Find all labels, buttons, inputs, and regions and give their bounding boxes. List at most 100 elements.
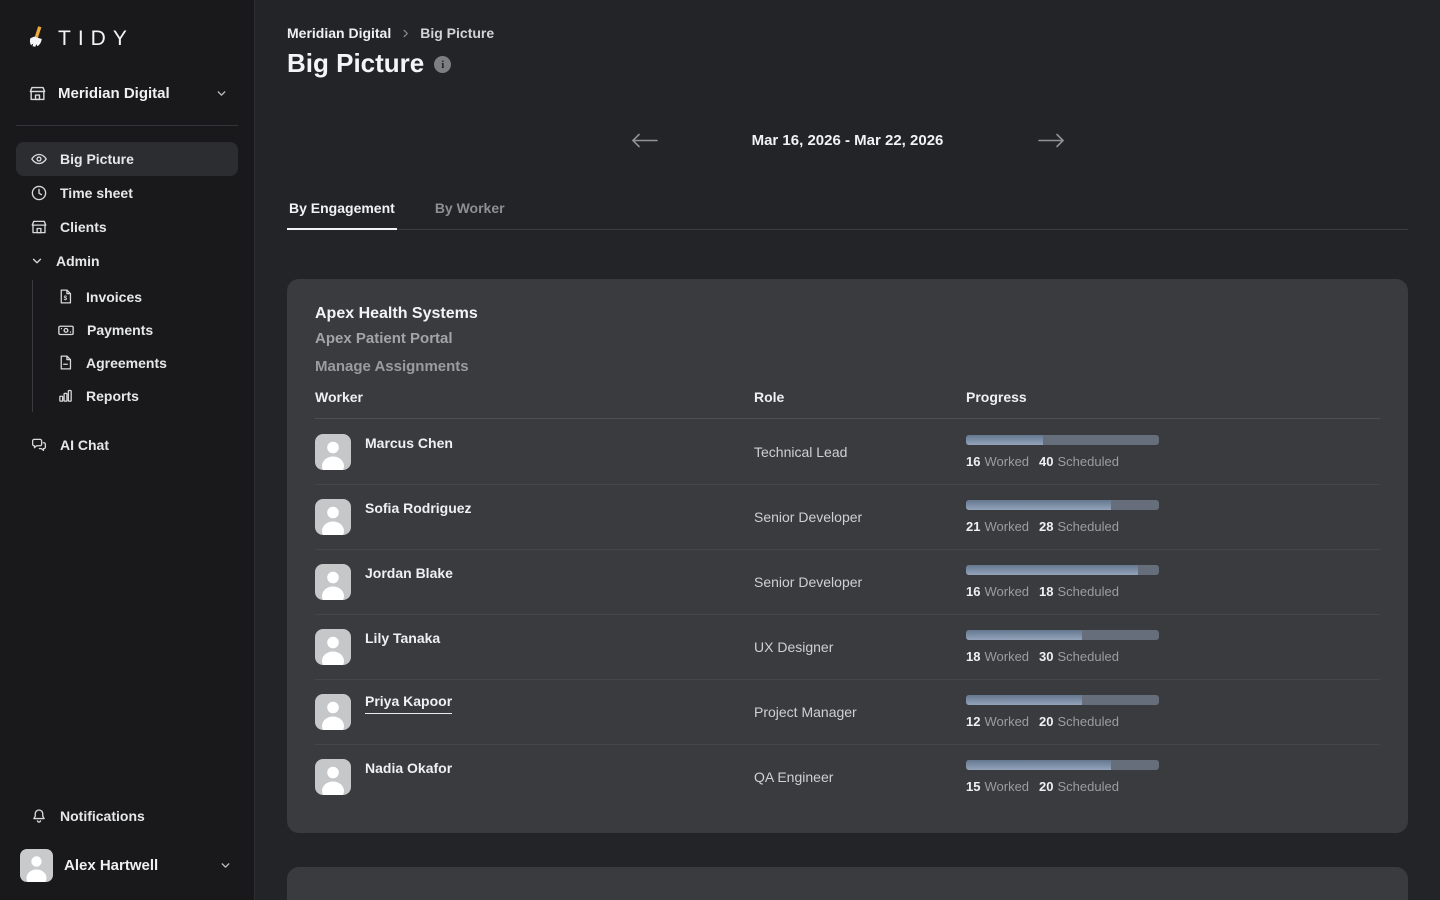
column-role: Role	[754, 389, 966, 405]
worker-avatar	[315, 629, 351, 665]
next-engagement-card	[287, 867, 1408, 900]
sidebar-spacer	[0, 462, 254, 799]
worked-value: 16	[966, 584, 980, 599]
tab-by-worker[interactable]: By Worker	[433, 192, 507, 229]
workspace-selector[interactable]: Meridian Digital	[16, 76, 238, 111]
chevron-down-icon	[219, 859, 232, 872]
next-week-button[interactable]	[1034, 129, 1069, 152]
worked-value: 15	[966, 779, 980, 794]
sidebar-item-big-picture[interactable]: Big Picture	[16, 142, 238, 176]
sidebar-item-reports[interactable]: Reports	[43, 379, 238, 412]
sidebar-item-invoices[interactable]: $ Invoices	[43, 280, 238, 313]
progress-bar	[966, 695, 1159, 705]
scheduled-value: 20	[1039, 714, 1053, 729]
worker-role: Senior Developer	[754, 509, 966, 525]
sidebar-item-label: Admin	[56, 253, 100, 269]
sidebar-item-clients[interactable]: Clients	[16, 210, 238, 244]
page-title: Big Picture	[287, 48, 424, 79]
chevron-right-icon	[400, 28, 411, 39]
storefront-icon	[30, 218, 48, 236]
user-name: Alex Hartwell	[64, 857, 208, 874]
progress-caption: 12Worked 20Scheduled	[966, 714, 1380, 729]
worker-progress: 16Worked 40Scheduled	[966, 435, 1380, 469]
worker-name[interactable]: Priya Kapoor	[365, 693, 452, 714]
worked-label: Worked	[984, 584, 1029, 599]
progress-bar-worked	[966, 630, 1082, 640]
worker-cell: Sofia Rodriguez	[315, 499, 754, 535]
worker-name[interactable]: Marcus Chen	[365, 435, 453, 451]
table-row: Nadia Okafor QA Engineer 15Worked 20Sche…	[315, 744, 1380, 809]
scheduled-label: Scheduled	[1058, 779, 1119, 794]
worked-label: Worked	[984, 454, 1029, 469]
worker-name[interactable]: Sofia Rodriguez	[365, 500, 472, 516]
notifications-button[interactable]: Notifications	[16, 799, 238, 833]
table-row: Priya Kapoor Project Manager 12Worked 20…	[315, 679, 1380, 744]
scheduled-value: 40	[1039, 454, 1053, 469]
scheduled-label: Scheduled	[1058, 519, 1119, 534]
scheduled-label: Scheduled	[1058, 584, 1119, 599]
worked-label: Worked	[984, 519, 1029, 534]
invoice-icon: $	[57, 288, 74, 305]
sidebar-item-time-sheet[interactable]: Time sheet	[16, 176, 238, 210]
notifications-label: Notifications	[60, 808, 145, 824]
worker-cell: Priya Kapoor	[315, 694, 754, 730]
worker-name[interactable]: Nadia Okafor	[365, 760, 452, 776]
breadcrumb-current: Big Picture	[420, 25, 494, 41]
worked-label: Worked	[984, 779, 1029, 794]
worker-name[interactable]: Jordan Blake	[365, 565, 453, 581]
broom-logo-icon	[24, 25, 50, 53]
user-avatar	[20, 849, 53, 882]
worker-rows: Marcus Chen Technical Lead 16Worked 40Sc…	[315, 419, 1380, 809]
app-name: TIDY	[58, 27, 134, 51]
sidebar-item-label: Payments	[87, 322, 153, 338]
info-icon[interactable]: i	[434, 56, 451, 73]
breadcrumb-workspace[interactable]: Meridian Digital	[287, 25, 391, 41]
worker-cell: Marcus Chen	[315, 434, 754, 470]
user-menu[interactable]: Alex Hartwell	[16, 847, 238, 884]
sidebar-item-agreements[interactable]: Agreements	[43, 346, 238, 379]
worked-value: 18	[966, 649, 980, 664]
admin-subnav: $ Invoices Payments Ag	[32, 280, 238, 412]
table-row: Sofia Rodriguez Senior Developer 21Worke…	[315, 484, 1380, 549]
storefront-icon	[28, 84, 47, 103]
worker-name[interactable]: Lily Tanaka	[365, 630, 440, 646]
worker-cell: Jordan Blake	[315, 564, 754, 600]
breadcrumb: Meridian Digital Big Picture	[287, 0, 1408, 33]
sidebar-item-label: Time sheet	[60, 185, 133, 201]
sidebar-item-label: Big Picture	[60, 151, 134, 167]
worked-value: 12	[966, 714, 980, 729]
document-icon	[57, 354, 74, 371]
worker-avatar	[315, 759, 351, 795]
worker-role: Project Manager	[754, 704, 966, 720]
sidebar-item-payments[interactable]: Payments	[43, 313, 238, 346]
scheduled-label: Scheduled	[1058, 714, 1119, 729]
progress-caption: 21Worked 28Scheduled	[966, 519, 1380, 534]
sidebar-item-admin[interactable]: Admin	[16, 244, 238, 278]
worker-progress: 21Worked 28Scheduled	[966, 500, 1380, 534]
engagement-card: Apex Health Systems Apex Patient Portal …	[287, 279, 1408, 833]
app-logo: TIDY	[0, 0, 254, 56]
progress-caption: 18Worked 30Scheduled	[966, 649, 1380, 664]
bell-icon	[30, 807, 48, 825]
worker-role: Senior Developer	[754, 574, 966, 590]
clock-icon	[30, 184, 48, 202]
previous-week-button[interactable]	[627, 129, 662, 152]
worker-avatar	[315, 694, 351, 730]
chevron-down-icon	[30, 254, 44, 268]
svg-text:$: $	[64, 295, 68, 302]
progress-bar	[966, 565, 1159, 575]
progress-bar-worked	[966, 695, 1082, 705]
worker-cell: Lily Tanaka	[315, 629, 754, 665]
scheduled-value: 28	[1039, 519, 1053, 534]
table-header: Worker Role Progress	[315, 389, 1380, 419]
sidebar-item-label: Invoices	[86, 289, 142, 305]
tab-by-engagement[interactable]: By Engagement	[287, 192, 397, 229]
progress-bar	[966, 435, 1159, 445]
scheduled-value: 30	[1039, 649, 1053, 664]
worker-avatar	[315, 499, 351, 535]
progress-bar	[966, 760, 1159, 770]
scheduled-label: Scheduled	[1058, 454, 1119, 469]
manage-assignments-link[interactable]: Manage Assignments	[315, 353, 469, 381]
sidebar-item-ai-chat[interactable]: AI Chat	[16, 428, 238, 462]
week-range-label: Mar 16, 2026 - Mar 22, 2026	[728, 132, 968, 149]
